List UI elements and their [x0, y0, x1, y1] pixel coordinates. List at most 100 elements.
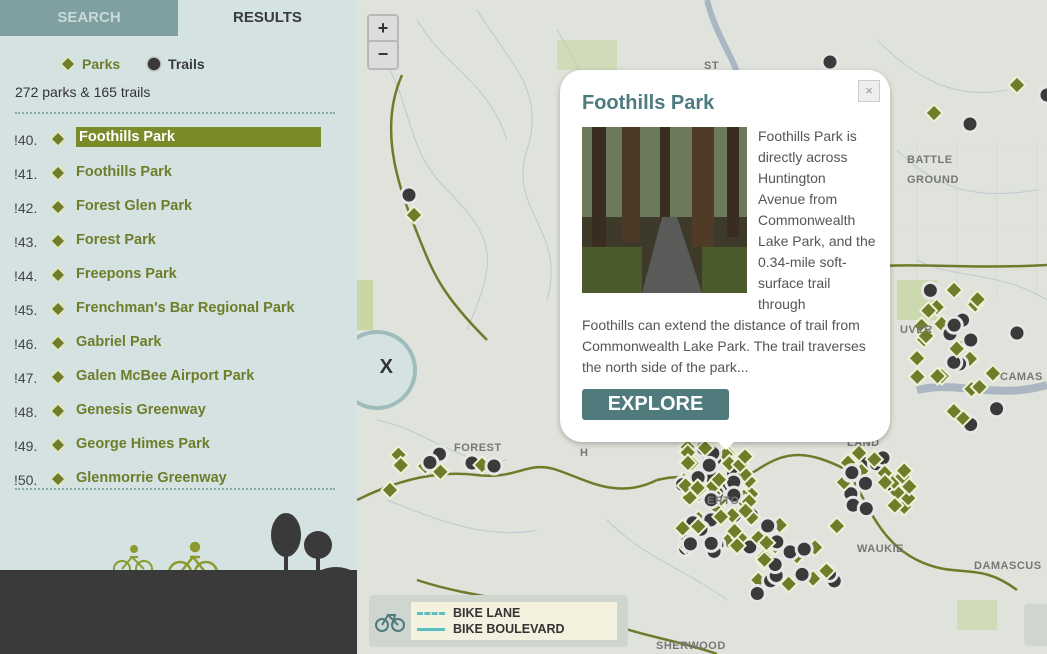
map-label-h: H — [580, 447, 589, 459]
trail-marker-icon[interactable] — [842, 463, 862, 483]
item-name[interactable]: Frenchman's Bar Regional Park — [76, 300, 295, 316]
map-label-forest: FOREST — [454, 442, 502, 454]
item-name[interactable]: Foothills Park — [76, 164, 172, 180]
popup-description-top: Foothills Park is directly across Huntin… — [758, 128, 876, 312]
trail-marker-icon[interactable] — [987, 399, 1007, 419]
park-marker-icon[interactable] — [1007, 75, 1027, 95]
filter-trails[interactable]: Trails — [146, 56, 205, 72]
trail-marker-icon[interactable] — [399, 185, 419, 205]
park-diamond-icon — [50, 233, 66, 249]
close-icon: X — [379, 356, 393, 378]
list-item[interactable]: !43. Forest Park — [0, 226, 357, 260]
park-marker-icon[interactable] — [944, 280, 964, 300]
park-marker-icon[interactable] — [907, 348, 927, 369]
trail-marker-icon[interactable] — [1037, 85, 1047, 105]
park-info-popup: Foothills Park × Foothills Park is direc… — [560, 70, 890, 450]
list-item[interactable]: !45. Frenchman's Bar Regional Park — [0, 294, 357, 328]
trail-marker-icon[interactable] — [960, 114, 980, 134]
popup-close-button[interactable]: × — [858, 80, 880, 102]
park-diamond-icon — [50, 335, 66, 351]
park-diamond-icon — [50, 131, 66, 147]
park-diamond-icon — [50, 369, 66, 385]
park-marker-icon[interactable] — [907, 366, 928, 387]
trail-marker-icon[interactable] — [680, 534, 700, 554]
item-name[interactable]: Gabriel Park — [76, 334, 161, 350]
list-item[interactable]: !42. Forest Glen Park — [0, 192, 357, 226]
park-photo — [582, 127, 747, 293]
item-number: !50. — [14, 472, 38, 488]
item-name[interactable]: Forest Glen Park — [76, 198, 192, 214]
item-number: !48. — [14, 404, 38, 420]
item-number: !49. — [14, 438, 38, 454]
zoom-out-button[interactable]: − — [367, 40, 399, 70]
park-diamond-icon — [50, 471, 66, 487]
trail-marker-icon[interactable] — [820, 52, 840, 72]
list-item[interactable]: !44. Freepons Park — [0, 260, 357, 294]
list-item[interactable]: !40. Foothills Park — [0, 124, 357, 158]
trail-marker-icon[interactable] — [944, 352, 964, 372]
explore-button[interactable]: EXPLORE — [582, 389, 729, 420]
bike-lane-swatch — [417, 612, 445, 616]
park-diamond-icon — [50, 301, 66, 317]
popup-title[interactable]: Foothills Park — [582, 92, 714, 115]
park-diamond-icon — [50, 403, 66, 419]
type-filter: Parks Trails — [60, 56, 227, 75]
bike-legend[interactable]: BIKE LANE BIKE BOULEVARD — [369, 595, 628, 647]
park-marker-icon[interactable] — [983, 363, 1003, 384]
item-number: !42. — [14, 200, 38, 216]
item-name[interactable]: Forest Park — [76, 232, 156, 248]
item-name[interactable]: George Himes Park — [76, 436, 210, 452]
trail-marker-icon[interactable] — [758, 516, 778, 536]
park-marker-icon[interactable] — [826, 516, 847, 536]
park-marker-icon[interactable] — [404, 205, 424, 225]
divider — [15, 112, 335, 114]
park-marker-icon[interactable] — [924, 103, 944, 123]
tab-bar: SEARCH RESULTS — [0, 0, 357, 36]
trail-marker-icon[interactable] — [701, 533, 721, 553]
accessibility-button[interactable] — [1024, 604, 1047, 646]
divider — [15, 488, 335, 490]
bike-lane-label: BIKE LANE — [453, 606, 521, 620]
item-name[interactable]: Glenmorrie Greenway — [76, 470, 227, 486]
map-label-waukie: WAUKIE — [857, 543, 904, 555]
map-label-sherwood: SHERWOOD — [656, 640, 726, 652]
park-diamond-icon — [50, 437, 66, 453]
park-diamond-icon — [50, 165, 66, 181]
trail-marker-icon[interactable] — [794, 539, 814, 559]
item-name[interactable]: Foothills Park — [76, 127, 321, 147]
list-item[interactable]: !49. George Himes Park — [0, 430, 357, 464]
item-number: !44. — [14, 268, 38, 284]
list-item[interactable]: !41. Foothills Park — [0, 158, 357, 192]
item-name[interactable]: Galen McBee Airport Park — [76, 368, 254, 384]
map-label-erto: ERTO — [707, 495, 740, 507]
tab-results[interactable]: RESULTS — [178, 0, 357, 36]
item-name[interactable]: Genesis Greenway — [76, 402, 206, 418]
tab-search[interactable]: SEARCH — [0, 0, 178, 36]
trail-marker-icon[interactable] — [856, 499, 876, 519]
park-marker-icon[interactable] — [380, 480, 400, 500]
results-list: !40. Foothills Park !41. Foothills Park !4… — [0, 124, 357, 498]
trail-circle-icon — [146, 56, 162, 72]
trail-marker-icon[interactable] — [484, 456, 504, 476]
trail-marker-icon[interactable] — [920, 280, 940, 300]
trail-marker-icon[interactable] — [1007, 323, 1027, 343]
filter-parks[interactable]: Parks — [60, 56, 120, 72]
trail-marker-icon[interactable] — [792, 564, 812, 584]
list-item[interactable]: !47. Galen McBee Airport Park — [0, 362, 357, 396]
bike-icon — [375, 613, 405, 632]
trail-marker-icon[interactable] — [747, 583, 767, 603]
trail-marker-icon[interactable] — [944, 315, 964, 335]
list-item[interactable]: !46. Gabriel Park — [0, 328, 357, 362]
item-number: !41. — [14, 166, 38, 182]
map-label-damascus: DAMASCUS — [974, 560, 1042, 572]
trail-marker-icon[interactable] — [961, 330, 981, 350]
bike-boulevard-row: BIKE BOULEVARD — [417, 622, 565, 636]
list-item[interactable]: !50. Glenmorrie Greenway — [0, 464, 357, 498]
item-number: !46. — [14, 336, 38, 352]
list-item[interactable]: !48. Genesis Greenway — [0, 396, 357, 430]
item-number: !43. — [14, 234, 38, 250]
item-name[interactable]: Freepons Park — [76, 266, 177, 282]
item-number: !40. — [14, 132, 38, 148]
bike-boulevard-label: BIKE BOULEVARD — [453, 622, 565, 636]
trail-marker-icon[interactable] — [699, 455, 719, 475]
